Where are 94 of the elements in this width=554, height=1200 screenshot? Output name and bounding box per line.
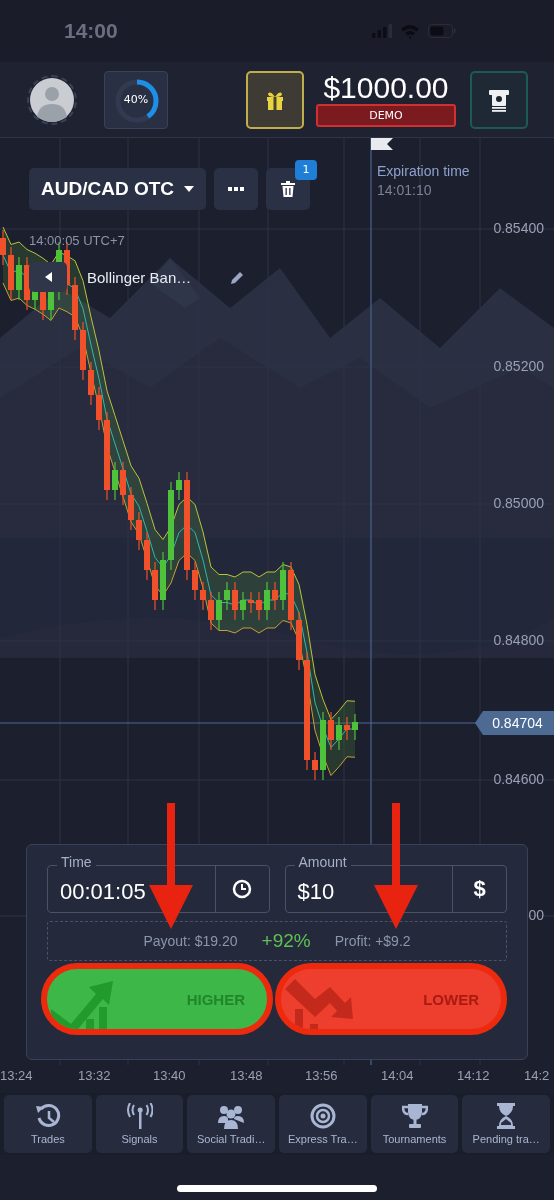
cash-icon xyxy=(487,87,511,112)
nav-item[interactable]: Social Tradi… xyxy=(187,1095,275,1153)
triangle-left-icon xyxy=(44,272,52,282)
gift-button[interactable] xyxy=(246,70,304,129)
candle xyxy=(80,321,86,381)
candle xyxy=(312,751,318,781)
candle xyxy=(256,591,262,621)
price-label: 0.85400 xyxy=(493,220,544,236)
currency-button[interactable]: $ xyxy=(452,866,506,912)
candle xyxy=(128,486,134,531)
expiration-label: Expiration time xyxy=(377,163,470,179)
payout-percent: +92% xyxy=(261,930,311,952)
candle xyxy=(120,461,126,506)
profit-text: Profit: +$9.2 xyxy=(334,933,411,949)
candle xyxy=(72,276,78,341)
battery-icon xyxy=(428,24,456,38)
time-label: 13:24 xyxy=(0,1068,33,1083)
caret-icon xyxy=(184,186,194,192)
payout-text: Payout: $19.20 xyxy=(143,933,238,949)
signal-icon xyxy=(372,24,392,38)
candle xyxy=(112,461,118,501)
candle xyxy=(296,611,302,671)
candle xyxy=(96,386,102,431)
candle xyxy=(344,716,350,741)
trash-icon xyxy=(281,181,295,197)
candle xyxy=(16,256,22,301)
candle xyxy=(328,711,334,751)
withdraw-button[interactable] xyxy=(470,70,528,129)
candle xyxy=(88,361,94,406)
candle xyxy=(272,581,278,611)
time-label: 14:04 xyxy=(381,1068,414,1083)
candle xyxy=(208,591,214,631)
price-label: 0.85000 xyxy=(493,495,544,511)
candle xyxy=(144,531,150,581)
current-price-tag: 0.84704 xyxy=(475,711,554,735)
time-label: 13:32 xyxy=(78,1068,111,1083)
candle xyxy=(216,591,222,631)
candle xyxy=(176,471,182,501)
nav-item[interactable]: Express Tra… xyxy=(279,1095,367,1153)
trophy-icon xyxy=(401,1103,428,1129)
more-button[interactable] xyxy=(214,168,258,210)
candle xyxy=(264,581,270,621)
price-label: 00 xyxy=(528,907,544,923)
pencil-icon xyxy=(231,270,245,284)
history-icon xyxy=(34,1103,61,1129)
nav-item[interactable]: Signals xyxy=(95,1095,184,1153)
status-time: 14:00 xyxy=(64,19,118,43)
candle xyxy=(152,561,158,611)
candle xyxy=(232,581,238,621)
candle xyxy=(240,591,246,621)
progress-ring xyxy=(115,79,159,122)
candle xyxy=(24,256,30,311)
candle xyxy=(288,561,294,631)
indicator-name[interactable]: Bollinger Ban… xyxy=(87,268,192,286)
candle xyxy=(224,581,230,611)
time-label: 14:12 xyxy=(457,1068,490,1083)
progress-button[interactable]: 40% xyxy=(104,70,168,129)
candle xyxy=(0,229,6,266)
time-label: 13:56 xyxy=(305,1068,338,1083)
candle xyxy=(160,551,166,611)
nav-item[interactable]: Pending tra… xyxy=(462,1095,551,1153)
collapse-button[interactable] xyxy=(29,262,67,292)
edit-button[interactable] xyxy=(231,270,245,284)
candle xyxy=(192,561,198,601)
candle xyxy=(8,246,14,301)
count-badge: 1 xyxy=(295,160,317,180)
antenna-icon xyxy=(126,1103,153,1129)
account-badge[interactable]: DEMO xyxy=(316,104,456,127)
price-label: 0.85200 xyxy=(493,358,544,374)
avatar[interactable] xyxy=(27,74,77,125)
price-label: 0.84800 xyxy=(493,632,544,648)
asset-dropdown[interactable]: AUD/CAD OTC xyxy=(29,168,206,210)
candle xyxy=(200,581,206,611)
nav-item[interactable]: Trades xyxy=(4,1095,92,1153)
balance-amount: $1000.00 xyxy=(323,72,449,104)
time-label: 13:40 xyxy=(153,1068,186,1083)
time-label: 14:2 xyxy=(524,1068,550,1083)
candle xyxy=(136,511,142,551)
candle xyxy=(336,716,342,751)
field-label: Time xyxy=(57,854,96,870)
clock-icon xyxy=(232,879,252,899)
candle xyxy=(248,591,254,614)
server-time: 14:00:05 UTC+7 xyxy=(29,233,125,248)
target-icon xyxy=(309,1103,336,1129)
nav-item[interactable]: Tournaments xyxy=(370,1095,459,1153)
people-icon xyxy=(218,1103,245,1129)
price-label: 0.84600 xyxy=(493,771,544,787)
candle xyxy=(352,713,358,741)
time-label: 13:48 xyxy=(230,1068,263,1083)
more-icon xyxy=(228,187,244,191)
field-label: Amount xyxy=(294,854,351,870)
candle xyxy=(320,711,326,781)
candle xyxy=(280,561,286,611)
expiration-time: 14:01:10 xyxy=(377,182,433,198)
